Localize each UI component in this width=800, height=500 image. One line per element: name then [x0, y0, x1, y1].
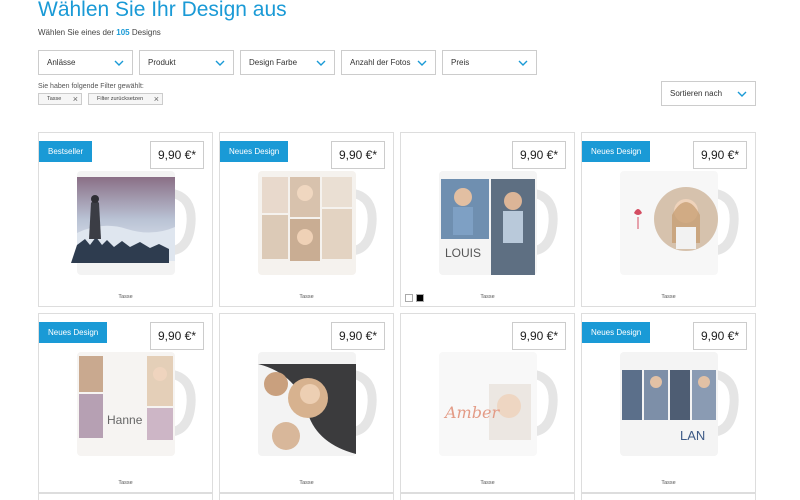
- product-type-label: Tasse: [480, 294, 495, 300]
- product-card[interactable]: Neues Design 9,90 €* Tasse: [219, 132, 394, 307]
- status-badge: Neues Design: [582, 322, 651, 343]
- next-row-cards: [38, 493, 756, 500]
- mug-image: [258, 171, 377, 275]
- product-card[interactable]: Neues Design 9,90 €* Hanne Tasse: [38, 313, 213, 493]
- mug-name-text: LAN: [680, 428, 705, 443]
- filter-anlaesse-dropdown[interactable]: Anlässe: [38, 50, 133, 75]
- mug-image: [620, 171, 739, 275]
- chevron-down-icon: [417, 60, 427, 66]
- price-label: 9,90 €*: [512, 141, 566, 169]
- product-card[interactable]: [38, 493, 213, 500]
- design-count: 105: [116, 28, 130, 37]
- reset-filters-chip[interactable]: Filter zurücksetzen ×: [88, 93, 163, 105]
- product-type-label: Tasse: [299, 294, 314, 300]
- chevron-down-icon: [518, 60, 528, 66]
- filter-preis-dropdown[interactable]: Preis: [442, 50, 537, 75]
- product-card[interactable]: Neues Design 9,90 €* Tasse: [581, 132, 756, 307]
- design-count-text: Wählen Sie eines der 105 Designs: [38, 28, 161, 37]
- filter-anzahl-fotos-dropdown[interactable]: Anzahl der Fotos: [341, 50, 436, 75]
- mug-image: Amber: [439, 352, 558, 456]
- product-card[interactable]: 9,90 €* Amber Tasse: [400, 313, 575, 493]
- mug-image: LAN: [620, 352, 739, 456]
- mug-image: LOUIS: [439, 171, 558, 275]
- price-label: 9,90 €*: [150, 141, 204, 169]
- price-label: 9,90 €*: [512, 322, 566, 350]
- status-badge: Bestseller: [39, 141, 93, 162]
- filter-chip-tasse[interactable]: Tasse ×: [38, 93, 82, 105]
- product-card[interactable]: 9,90 €* LOUIS Tasse: [400, 132, 575, 307]
- product-type-label: Tasse: [118, 480, 133, 486]
- mug-name-text: Amber: [443, 403, 500, 422]
- mug-name-text: Hanne: [107, 413, 143, 427]
- sort-dropdown[interactable]: Sortieren nach: [661, 81, 756, 106]
- product-grid: Bestseller 9,90 €* Tasse Neues Design 9,…: [38, 132, 756, 493]
- product-card[interactable]: Neues Design 9,90 €* LAN Tasse: [581, 313, 756, 493]
- price-label: 9,90 €*: [331, 322, 385, 350]
- product-type-label: Tasse: [299, 480, 314, 486]
- filter-bar: Anlässe Produkt Design Farbe Anzahl der …: [38, 50, 537, 75]
- price-label: 9,90 €*: [693, 141, 747, 169]
- mug-image: [258, 352, 377, 456]
- product-card[interactable]: [400, 493, 575, 500]
- product-card[interactable]: 9,90 €* Tasse: [219, 313, 394, 493]
- product-type-label: Tasse: [480, 480, 495, 486]
- close-icon[interactable]: ×: [154, 94, 159, 104]
- chevron-down-icon: [316, 60, 326, 66]
- product-type-label: Tasse: [661, 480, 676, 486]
- status-badge: Neues Design: [582, 141, 651, 162]
- filter-design-farbe-dropdown[interactable]: Design Farbe: [240, 50, 335, 75]
- active-filter-chips: Tasse × Filter zurücksetzen ×: [38, 93, 163, 105]
- product-card[interactable]: Bestseller 9,90 €* Tasse: [38, 132, 213, 307]
- chevron-down-icon: [737, 91, 747, 97]
- product-card[interactable]: [219, 493, 394, 500]
- mug-image: Hanne: [77, 352, 196, 456]
- page-title: Wählen Sie Ihr Design aus: [38, 0, 287, 21]
- product-type-label: Tasse: [118, 294, 133, 300]
- price-label: 9,90 €*: [150, 322, 204, 350]
- close-icon[interactable]: ×: [73, 94, 78, 104]
- status-badge: Neues Design: [39, 322, 108, 343]
- mug-image: [71, 171, 196, 275]
- price-label: 9,90 €*: [693, 322, 747, 350]
- active-filters-heading: Sie haben folgende Filter gewählt:: [38, 83, 144, 90]
- chevron-down-icon: [114, 60, 124, 66]
- status-badge: Neues Design: [220, 141, 289, 162]
- price-label: 9,90 €*: [331, 141, 385, 169]
- mug-name-text: LOUIS: [445, 246, 481, 260]
- filter-produkt-dropdown[interactable]: Produkt: [139, 50, 234, 75]
- product-type-label: Tasse: [661, 294, 676, 300]
- product-card[interactable]: [581, 493, 756, 500]
- chevron-down-icon: [215, 60, 225, 66]
